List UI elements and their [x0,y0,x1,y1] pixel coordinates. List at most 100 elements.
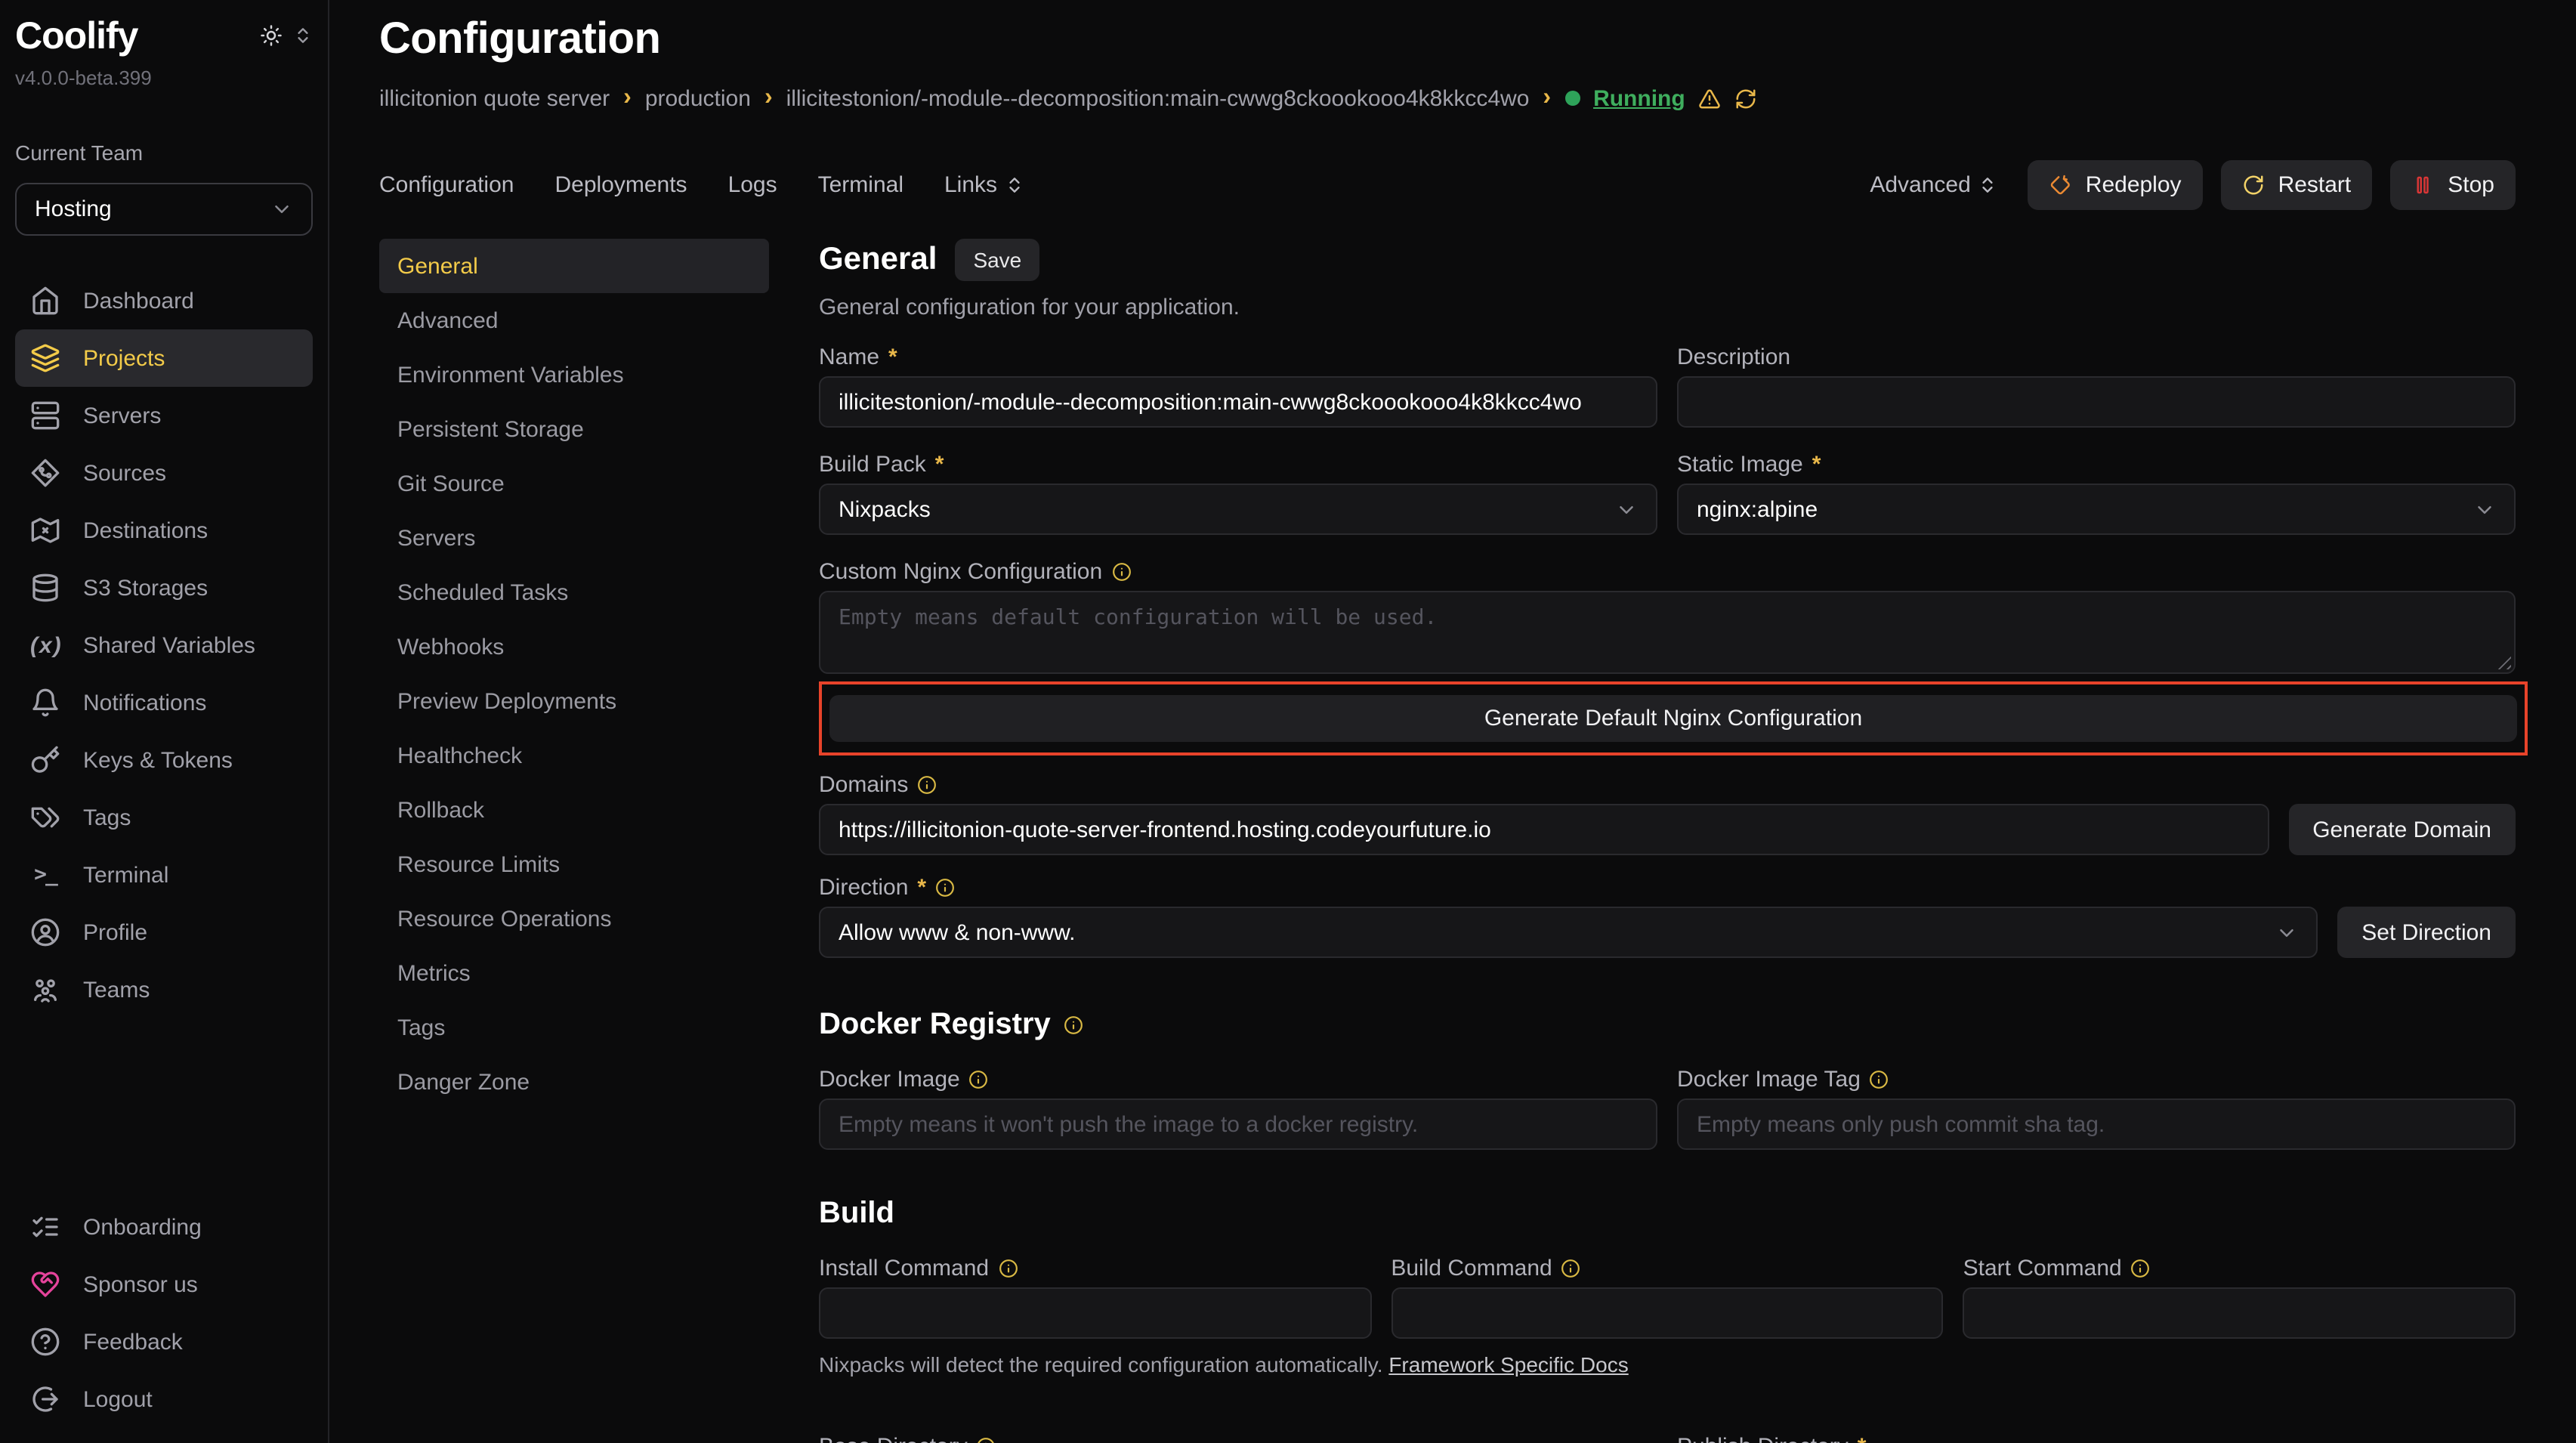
build-command-label: Build Command [1391,1255,1552,1281]
shared-variables-icon: (x) [30,632,60,658]
subnav-webhooks[interactable]: Webhooks [379,620,769,674]
info-icon[interactable] [998,1258,1018,1278]
set-direction-button[interactable]: Set Direction [2337,907,2516,958]
build-helper-text: Nixpacks will detect the required config… [819,1352,2516,1377]
build-command-input[interactable] [1391,1287,1943,1339]
docker-image-tag-label: Docker Image Tag [1677,1066,1861,1092]
sidebar-item-destinations[interactable]: Destinations [15,502,313,559]
chevrons-up-down-icon [1978,175,1998,195]
sidebar-item-keys-tokens[interactable]: Keys & Tokens [15,731,313,789]
sidebar-item-teams[interactable]: Teams [15,961,313,1018]
theme-sun-icon[interactable] [260,24,283,47]
static-image-label: Static Image [1677,451,1803,477]
static-image-select[interactable]: nginx:alpine [1677,484,2516,535]
sidebar-item-sponsor[interactable]: Sponsor us [15,1256,313,1313]
home-icon [30,286,60,316]
tab-configuration[interactable]: Configuration [379,172,514,198]
redeploy-button[interactable]: Redeploy [2028,160,2203,210]
sidebar-item-sources[interactable]: Sources [15,444,313,502]
chevron-down-icon [2275,921,2298,944]
docker-image-input[interactable] [819,1098,1657,1150]
terminal-icon: >_ [30,863,60,887]
docker-image-tag-input[interactable] [1677,1098,2516,1150]
nginx-config-textarea[interactable] [819,591,2516,674]
breadcrumb-application[interactable]: illicitestonion/-module--decomposition:m… [786,85,1530,111]
sidebar-item-dashboard[interactable]: Dashboard [15,272,313,329]
subnav-scheduled-tasks[interactable]: Scheduled Tasks [379,565,769,620]
info-icon[interactable] [1064,1015,1084,1035]
subnav-git-source[interactable]: Git Source [379,456,769,511]
refresh-icon[interactable] [1735,87,1758,110]
build-pack-select[interactable]: Nixpacks [819,484,1657,535]
warning-icon[interactable] [1699,87,1722,110]
domains-input[interactable] [819,804,2269,855]
sidebar-item-terminal[interactable]: >_ Terminal [15,846,313,904]
stop-button[interactable]: Stop [2390,160,2516,210]
git-icon [30,458,60,488]
tab-links[interactable]: Links [944,172,1024,198]
framework-docs-link[interactable]: Framework Specific Docs [1388,1352,1628,1377]
save-button[interactable]: Save [955,239,1039,281]
info-icon[interactable] [1561,1258,1581,1278]
advanced-dropdown[interactable]: Advanced [1870,172,1997,198]
install-command-input[interactable] [819,1287,1371,1339]
app-version: v4.0.0-beta.399 [15,66,152,89]
subnav-advanced[interactable]: Advanced [379,293,769,348]
sidebar-item-s3-storages[interactable]: S3 Storages [15,559,313,616]
tab-deployments[interactable]: Deployments [554,172,687,198]
generate-nginx-button[interactable]: Generate Default Nginx Configuration [829,695,2517,742]
start-command-input[interactable] [1963,1287,2516,1339]
sidebar-item-onboarding[interactable]: Onboarding [15,1198,313,1256]
key-icon [30,745,60,775]
sidebar-item-tags[interactable]: Tags [15,789,313,846]
sidebar-item-feedback[interactable]: Feedback [15,1313,313,1370]
subnav-metrics[interactable]: Metrics [379,946,769,1000]
info-icon[interactable] [917,774,937,794]
subnav-general[interactable]: General [379,239,769,293]
base-directory-label: Base Directory [819,1433,968,1443]
sidebar-item-servers[interactable]: Servers [15,387,313,444]
subnav-persistent-storage[interactable]: Persistent Storage [379,402,769,456]
sidebar-item-logout[interactable]: Logout [15,1370,313,1428]
info-icon[interactable] [1111,561,1131,581]
team-select[interactable]: Hosting [15,183,313,236]
heart-handshake-icon [30,1269,60,1299]
subnav-servers[interactable]: Servers [379,511,769,565]
subnav-rollback[interactable]: Rollback [379,783,769,837]
status-badge[interactable]: Running [1593,85,1685,111]
breadcrumb-project[interactable]: illicitonion quote server [379,85,610,111]
server-icon [30,400,60,431]
sidebar-item-profile[interactable]: Profile [15,904,313,961]
subnav-preview-deployments[interactable]: Preview Deployments [379,674,769,728]
breadcrumb-environment[interactable]: production [645,85,751,111]
restart-icon [2242,174,2265,196]
direction-select[interactable]: Allow www & non-www. [819,907,2318,958]
generate-domain-button[interactable]: Generate Domain [2288,804,2516,855]
stop-icon [2411,174,2434,196]
subnav-resource-limits[interactable]: Resource Limits [379,837,769,891]
sidebar-item-shared-variables[interactable]: (x) Shared Variables [15,616,313,674]
sidebar-footer: Onboarding Sponsor us Feedback Logout [15,1198,313,1428]
subnav-environment-variables[interactable]: Environment Variables [379,348,769,402]
subnav-danger-zone[interactable]: Danger Zone [379,1055,769,1109]
subnav-tags[interactable]: Tags [379,1000,769,1055]
name-input[interactable] [819,376,1657,428]
info-icon[interactable] [2131,1258,2151,1278]
tags-icon [30,802,60,833]
info-icon[interactable] [935,877,955,897]
tab-logs[interactable]: Logs [728,172,777,198]
subnav-healthcheck[interactable]: Healthcheck [379,728,769,783]
subnav-resource-operations[interactable]: Resource Operations [379,891,769,946]
info-icon[interactable] [969,1069,989,1089]
sidebar: Coolify v4.0.0-beta.399 Current Team Hos… [0,0,329,1443]
tab-terminal[interactable]: Terminal [818,172,903,198]
nginx-config-label: Custom Nginx Configuration [819,558,1102,584]
restart-button[interactable]: Restart [2221,160,2373,210]
theme-switcher-icon[interactable] [293,26,313,45]
sidebar-item-notifications[interactable]: Notifications [15,674,313,731]
sidebar-item-projects[interactable]: Projects [15,329,313,387]
description-input[interactable] [1677,376,2516,428]
info-icon[interactable] [1870,1069,1889,1089]
tabs: Configuration Deployments Logs Terminal … [379,172,1024,198]
info-icon[interactable] [977,1436,996,1443]
